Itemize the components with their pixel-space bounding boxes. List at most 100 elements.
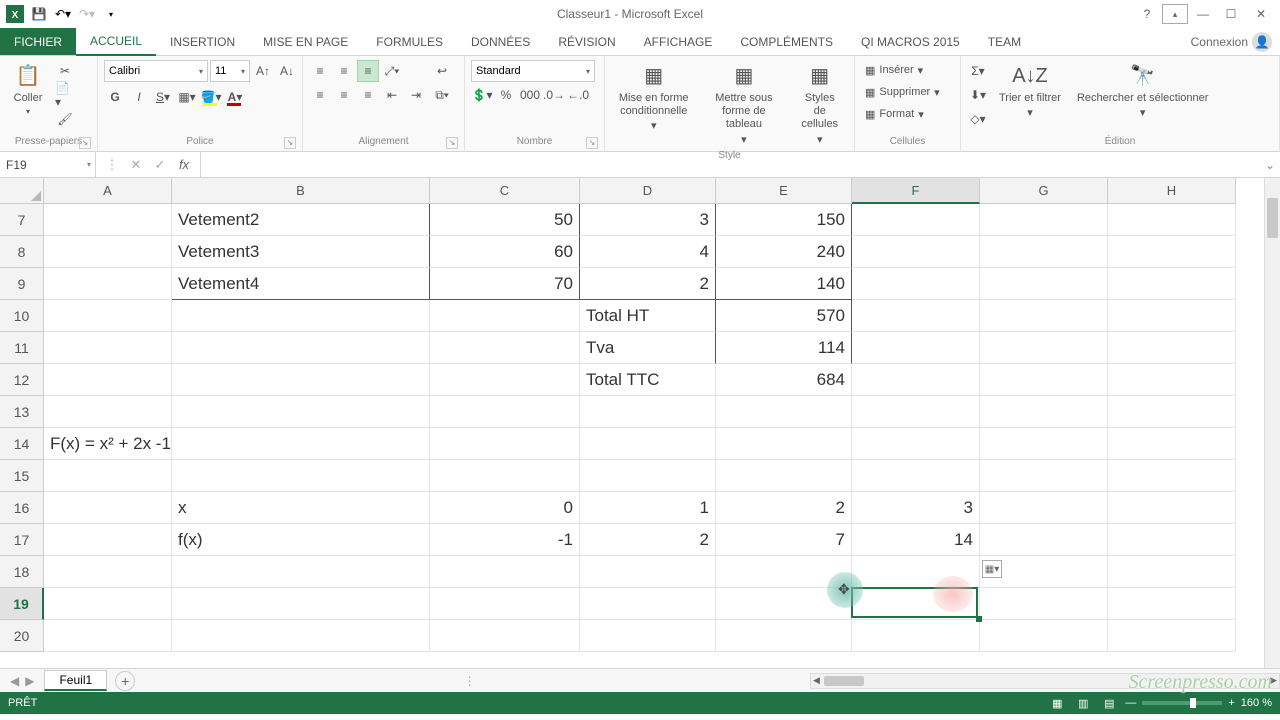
cell-B12[interactable] xyxy=(172,364,430,396)
bold-button[interactable]: G xyxy=(104,86,126,108)
cell-G8[interactable] xyxy=(980,236,1108,268)
fill-icon[interactable]: ⬇▾ xyxy=(967,84,989,106)
wrap-text-icon[interactable]: ↩ xyxy=(431,60,453,82)
insert-cells-button[interactable]: ▦ Insérer ▾ xyxy=(861,60,944,80)
expand-formula-bar-icon[interactable]: ⌄ xyxy=(1260,152,1280,177)
row-header-20[interactable]: 20 xyxy=(0,620,44,652)
font-size-combo[interactable]: 11▾ xyxy=(210,60,250,82)
cell-D9[interactable]: 2 xyxy=(580,268,716,300)
tab-mise-en-page[interactable]: MISE EN PAGE xyxy=(249,28,362,55)
cell-E12[interactable]: 684 xyxy=(716,364,852,396)
cell-A7[interactable] xyxy=(44,204,172,236)
currency-icon[interactable]: 💲▾ xyxy=(471,84,493,106)
cell-H7[interactable] xyxy=(1108,204,1236,236)
cut-icon[interactable]: ✂ xyxy=(54,60,76,82)
cell-D8[interactable]: 4 xyxy=(580,236,716,268)
cell-H16[interactable] xyxy=(1108,492,1236,524)
orientation-icon[interactable]: ⤢▾ xyxy=(381,60,403,82)
cell-A16[interactable] xyxy=(44,492,172,524)
row-header-9[interactable]: 9 xyxy=(0,268,44,300)
cell-D17[interactable]: 2 xyxy=(580,524,716,556)
row-header-14[interactable]: 14 xyxy=(0,428,44,460)
cell-F13[interactable] xyxy=(852,396,980,428)
cell-A10[interactable] xyxy=(44,300,172,332)
cell-D11[interactable]: Tva xyxy=(580,332,716,364)
row-header-8[interactable]: 8 xyxy=(0,236,44,268)
cell-A11[interactable] xyxy=(44,332,172,364)
align-bottom-icon[interactable]: ≡ xyxy=(357,60,379,82)
select-all-button[interactable] xyxy=(0,178,44,204)
cell-F9[interactable] xyxy=(852,268,980,300)
cell-B15[interactable] xyxy=(172,460,430,492)
cell-B14[interactable] xyxy=(172,428,430,460)
tab-team[interactable]: TEAM xyxy=(974,28,1035,55)
cell-E10[interactable]: 570 xyxy=(716,300,852,332)
cell-A15[interactable] xyxy=(44,460,172,492)
cell-F11[interactable] xyxy=(852,332,980,364)
underline-button[interactable]: S▾ xyxy=(152,86,174,108)
tab-donn-es[interactable]: DONNÉES xyxy=(457,28,544,55)
cell-F20[interactable] xyxy=(852,620,980,652)
column-header-A[interactable]: A xyxy=(44,178,172,204)
zoom-out-button[interactable]: — xyxy=(1125,697,1136,709)
view-page-layout-icon[interactable]: ▥ xyxy=(1073,695,1093,711)
format-as-table-button[interactable]: ▦Mettre sous forme de tableau▾ xyxy=(700,60,787,149)
cell-E17[interactable]: 7 xyxy=(716,524,852,556)
view-normal-icon[interactable]: ▦ xyxy=(1047,695,1067,711)
cell-B13[interactable] xyxy=(172,396,430,428)
cell-F17[interactable]: 14 xyxy=(852,524,980,556)
tab-qi-macros-2015[interactable]: QI Macros 2015 xyxy=(847,28,974,55)
font-color-button[interactable]: A▾ xyxy=(224,86,246,108)
column-header-G[interactable]: G xyxy=(980,178,1108,204)
column-header-F[interactable]: F xyxy=(852,178,980,204)
comma-icon[interactable]: 000 xyxy=(519,84,541,106)
cell-H13[interactable] xyxy=(1108,396,1236,428)
qat-customize-icon[interactable]: ▾ xyxy=(100,3,122,25)
autofill-options-button[interactable]: ▦▾ xyxy=(982,560,1002,578)
font-name-combo[interactable]: Calibri▾ xyxy=(104,60,208,82)
align-right-icon[interactable]: ≡ xyxy=(357,84,379,106)
cell-F14[interactable] xyxy=(852,428,980,460)
tab-formules[interactable]: FORMULES xyxy=(362,28,457,55)
cell-G17[interactable] xyxy=(980,524,1108,556)
fill-handle[interactable] xyxy=(976,616,982,622)
cell-H18[interactable] xyxy=(1108,556,1236,588)
column-header-E[interactable]: E xyxy=(716,178,852,204)
cell-D16[interactable]: 1 xyxy=(580,492,716,524)
cell-F10[interactable] xyxy=(852,300,980,332)
cell-H8[interactable] xyxy=(1108,236,1236,268)
cell-A9[interactable] xyxy=(44,268,172,300)
cell-C18[interactable] xyxy=(430,556,580,588)
cell-A17[interactable] xyxy=(44,524,172,556)
cell-C7[interactable]: 50 xyxy=(430,204,580,236)
cell-G20[interactable] xyxy=(980,620,1108,652)
vertical-scrollbar[interactable] xyxy=(1264,178,1280,668)
tab-r-vision[interactable]: RÉVISION xyxy=(544,28,629,55)
cell-D15[interactable] xyxy=(580,460,716,492)
number-launcher-icon[interactable]: ↘ xyxy=(586,137,598,149)
row-header-7[interactable]: 7 xyxy=(0,204,44,236)
cell-A18[interactable] xyxy=(44,556,172,588)
column-header-C[interactable]: C xyxy=(430,178,580,204)
cell-A8[interactable] xyxy=(44,236,172,268)
cell-E9[interactable]: 140 xyxy=(716,268,852,300)
cell-D19[interactable] xyxy=(580,588,716,620)
close-button[interactable]: ✕ xyxy=(1246,4,1276,24)
cell-C14[interactable] xyxy=(430,428,580,460)
autosum-icon[interactable]: Σ▾ xyxy=(967,60,989,82)
cell-G7[interactable] xyxy=(980,204,1108,236)
cell-C13[interactable] xyxy=(430,396,580,428)
row-header-10[interactable]: 10 xyxy=(0,300,44,332)
cell-H9[interactable] xyxy=(1108,268,1236,300)
cell-C10[interactable] xyxy=(430,300,580,332)
cell-C17[interactable]: -1 xyxy=(430,524,580,556)
font-launcher-icon[interactable]: ↘ xyxy=(284,137,296,149)
tab-file[interactable]: FICHIER xyxy=(0,28,76,55)
cell-B16[interactable]: x xyxy=(172,492,430,524)
paste-button[interactable]: 📋 Coller ▾ xyxy=(6,60,50,119)
redo-icon[interactable]: ↷▾ xyxy=(76,3,98,25)
cell-D20[interactable] xyxy=(580,620,716,652)
cell-A19[interactable] xyxy=(44,588,172,620)
clipboard-launcher-icon[interactable]: ↘ xyxy=(79,137,91,149)
cell-B7[interactable]: Vetement2 xyxy=(172,204,430,236)
